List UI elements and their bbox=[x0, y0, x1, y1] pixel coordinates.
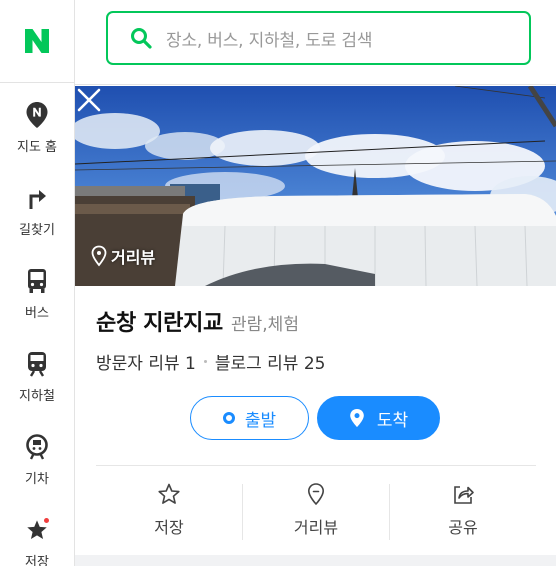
sidebar-item-bus[interactable]: 버스 bbox=[0, 266, 74, 336]
blog-review-count: 25 bbox=[303, 354, 326, 374]
search-input[interactable]: 장소, 버스, 지하철, 도로 검색 bbox=[106, 11, 531, 65]
sidebar-item-label: 길찾기 bbox=[19, 223, 55, 238]
sidebar-item-label: 지도 홈 bbox=[16, 140, 57, 155]
bus-icon bbox=[24, 266, 50, 296]
separator-dot bbox=[203, 360, 207, 363]
depart-button[interactable]: 출발 bbox=[190, 396, 309, 440]
origin-dot-icon bbox=[222, 412, 235, 424]
streetview-pin-icon bbox=[91, 245, 107, 267]
sidebar-item-label: 저장 bbox=[25, 555, 49, 566]
visitor-review-link[interactable]: 방문자 리뷰 1 bbox=[96, 349, 196, 374]
close-icon[interactable] bbox=[75, 86, 103, 114]
train-icon bbox=[24, 432, 50, 462]
blog-review-label: 블로그 리뷰 bbox=[214, 354, 299, 374]
place-category: 관람,체험 bbox=[231, 315, 299, 335]
subway-icon bbox=[24, 349, 50, 379]
streetview-tag-label: 거리뷰 bbox=[111, 248, 156, 267]
streetview-label: 거리뷰 bbox=[293, 518, 339, 537]
review-summary: 방문자 리뷰 1 블로그 리뷰 25 bbox=[96, 349, 326, 374]
section-divider bbox=[75, 555, 556, 566]
notification-dot bbox=[44, 518, 49, 523]
sidebar-item-subway[interactable]: 지하철 bbox=[0, 349, 74, 419]
arrive-button[interactable]: 도착 bbox=[317, 396, 440, 440]
sidebar-item-label: 지하철 bbox=[19, 389, 55, 404]
place-name[interactable]: 순창 지란지교 bbox=[96, 305, 223, 337]
sidebar-item-saved[interactable]: 저장 bbox=[0, 515, 74, 566]
save-button[interactable]: 저장 bbox=[96, 482, 242, 542]
save-label: 저장 bbox=[154, 518, 184, 537]
search-icon bbox=[131, 28, 152, 49]
sidebar-item-label: 기차 bbox=[25, 472, 49, 487]
place-title-row: 순창 지란지교 관람,체험 bbox=[96, 305, 299, 337]
sidebar-item-train[interactable]: 기차 bbox=[0, 432, 74, 502]
streetview-tag[interactable]: 거리뷰 bbox=[91, 244, 155, 268]
depart-label: 출발 bbox=[244, 410, 277, 431]
destination-pin-icon bbox=[350, 409, 364, 427]
star-outline-icon bbox=[158, 483, 180, 504]
map-pin-n-icon bbox=[24, 100, 50, 130]
search-placeholder: 장소, 버스, 지하철, 도로 검색 bbox=[166, 30, 373, 51]
sidebar: 지도 홈 길찾기 버스 지하철 기차 저장 bbox=[0, 0, 75, 566]
share-icon bbox=[454, 486, 474, 504]
star-icon bbox=[24, 515, 50, 545]
logo-area bbox=[0, 0, 74, 83]
visitor-review-label: 방문자 리뷰 bbox=[96, 354, 180, 374]
streetview-button[interactable]: 거리뷰 bbox=[243, 482, 389, 542]
sidebar-item-map-home[interactable]: 지도 홈 bbox=[0, 100, 74, 170]
divider bbox=[75, 84, 556, 85]
visitor-review-count: 1 bbox=[185, 354, 196, 374]
streetview-pin-icon bbox=[307, 483, 325, 506]
place-photo[interactable]: 거리뷰 bbox=[75, 86, 556, 286]
divider bbox=[96, 465, 536, 466]
share-button[interactable]: 공유 bbox=[390, 482, 536, 542]
share-label: 공유 bbox=[448, 518, 478, 537]
sidebar-item-label: 버스 bbox=[25, 306, 49, 321]
naver-logo[interactable] bbox=[23, 28, 51, 54]
turn-right-arrow-icon bbox=[24, 183, 50, 213]
sidebar-item-directions[interactable]: 길찾기 bbox=[0, 183, 74, 253]
arrive-label: 도착 bbox=[376, 410, 409, 431]
blog-review-link[interactable]: 블로그 리뷰 25 bbox=[215, 349, 326, 374]
